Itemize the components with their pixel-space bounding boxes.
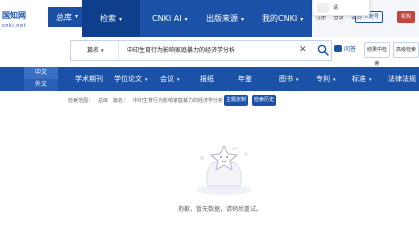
notification-popup[interactable]: 请 bbox=[312, 0, 370, 16]
category-standard[interactable]: 标准 ▾ bbox=[352, 67, 372, 91]
user-area: 注册 登录 会员 个人账号 机构 请 bbox=[312, 0, 419, 37]
scope-label: 检索范围： bbox=[68, 98, 94, 104]
field-value: 中印生育行为影响家庭暴力的经济学分析 bbox=[133, 98, 224, 104]
category-label: 标准 bbox=[352, 75, 366, 83]
nav-item-label: 出版来源 bbox=[206, 14, 238, 23]
breadcrumb: 检索范围： 总库 篇名： 中印生育行为影响家庭暴力的经济学分析 bbox=[68, 97, 228, 104]
empty-state-illustration bbox=[196, 145, 252, 195]
language-chinese[interactable]: 中文 bbox=[24, 67, 58, 79]
category-label: 专利 bbox=[316, 75, 330, 83]
category-label: 学位论文 bbox=[114, 75, 142, 83]
nav-item-label: CNKI AI bbox=[152, 14, 182, 23]
category-book[interactable]: 图书 ▾ bbox=[279, 67, 299, 91]
category-newspaper[interactable]: 报纸 bbox=[200, 67, 214, 91]
search-box: 篇名 ▾ 中印生育行为影响家庭暴力的经济学分析 ✕ bbox=[70, 40, 332, 61]
chevron-down-icon: ▾ bbox=[145, 77, 148, 83]
category-patent[interactable]: 专利 ▾ bbox=[316, 67, 336, 91]
institution-button[interactable]: 机构 bbox=[396, 11, 415, 23]
nav-item-my-cnki[interactable]: 我的CNKI ▾ bbox=[262, 0, 303, 37]
nav-item-publication-source[interactable]: 出版来源 ▾ bbox=[206, 0, 244, 37]
language-switch: 中文 外文 bbox=[24, 67, 58, 91]
popup-button[interactable] bbox=[317, 3, 329, 13]
search-scope-row: 检索范围： 总库 篇名： 中印生育行为影响家庭暴力的经济学分析 主题定制 检索历史 bbox=[0, 91, 419, 111]
search-field-value: 篇名 bbox=[87, 47, 100, 54]
category-label: 报纸 bbox=[200, 75, 214, 83]
search-in-results-button[interactable]: 结果中检索 bbox=[364, 42, 390, 67]
main-nav: 检索 ▾ CNKI AI ▾ 出版来源 ▾ 我的CNKI ▾ bbox=[82, 0, 312, 37]
chevron-down-icon: ▾ bbox=[118, 16, 122, 23]
search-input[interactable]: 中印生育行为影响家庭暴力的经济学分析 bbox=[127, 41, 235, 60]
chevron-down-icon: ▾ bbox=[369, 77, 372, 83]
empty-state-message: 抱歉，暂无数据，请稍后重试。 bbox=[177, 206, 262, 213]
category-law[interactable]: 法律法规 bbox=[388, 67, 416, 91]
search-icon[interactable] bbox=[317, 44, 329, 56]
database-select-value: 总库 bbox=[56, 12, 72, 22]
chevron-down-icon: ▾ bbox=[101, 48, 104, 54]
chevron-down-icon: ▾ bbox=[296, 77, 299, 83]
category-yearbook[interactable]: 年鉴 bbox=[238, 67, 252, 91]
search-row: 篇名 ▾ 中印生育行为影响家庭暴力的经济学分析 ✕ 问答 结果中检索 高级检索 bbox=[0, 37, 419, 67]
category-label: 年鉴 bbox=[238, 75, 252, 83]
chevron-down-icon: ▾ bbox=[177, 77, 180, 83]
category-conference[interactable]: 会议 ▾ bbox=[160, 67, 180, 91]
chat-icon bbox=[334, 45, 342, 52]
qa-button[interactable]: 问答 bbox=[334, 43, 360, 57]
logo-text: 国知网 bbox=[2, 11, 26, 20]
nav-item-cnki-ai[interactable]: CNKI AI ▾ bbox=[152, 0, 188, 37]
clear-icon[interactable]: ✕ bbox=[299, 45, 307, 55]
chevron-down-icon: ▾ bbox=[74, 13, 78, 20]
chevron-down-icon: ▾ bbox=[241, 16, 245, 23]
category-label: 图书 bbox=[279, 75, 293, 83]
nav-item-label: 检索 bbox=[99, 14, 116, 23]
category-journal[interactable]: 学术期刊 bbox=[75, 67, 103, 91]
category-label: 学术期刊 bbox=[75, 75, 103, 83]
language-foreign[interactable]: 外文 bbox=[24, 79, 58, 91]
category-thesis[interactable]: 学位论文 ▾ bbox=[114, 67, 148, 91]
category-label: 会议 bbox=[160, 75, 174, 83]
chevron-down-icon: ▾ bbox=[300, 16, 304, 23]
category-label: 法律法规 bbox=[388, 75, 416, 83]
search-history-button[interactable]: 检索历史 bbox=[252, 95, 276, 106]
cnki-logo[interactable]: 国知网 cnki.net bbox=[0, 0, 44, 37]
scope-value: 总库 bbox=[98, 98, 109, 104]
chevron-down-icon: ▾ bbox=[333, 77, 336, 83]
category-bar: 学术期刊 学位论文 ▾ 会议 ▾ 报纸 年鉴 图书 ▾ 专利 ▾ 标准 ▾ 法律法规 bbox=[0, 67, 419, 91]
search-field-select[interactable]: 篇名 ▾ bbox=[71, 41, 119, 60]
qa-button-label: 问答 bbox=[344, 46, 357, 53]
nav-item-search[interactable]: 检索 ▾ bbox=[82, 0, 140, 37]
theme-customize-button[interactable]: 主题定制 bbox=[224, 95, 248, 106]
top-bar: 国知网 cnki.net 总库 ▾ 检索 ▾ CNKI AI ▾ 出版来源 ▾ 我的C… bbox=[0, 0, 419, 37]
chevron-down-icon: ▾ bbox=[184, 16, 188, 23]
advanced-search-button[interactable]: 高级检索 bbox=[393, 42, 419, 58]
popup-text: 请 bbox=[333, 5, 339, 11]
database-select[interactable]: 总库 ▾ bbox=[48, 7, 82, 27]
field-label: 篇名： bbox=[113, 98, 129, 104]
nav-item-label: 我的CNKI bbox=[262, 14, 298, 23]
logo-subtext: cnki.net bbox=[2, 23, 26, 29]
